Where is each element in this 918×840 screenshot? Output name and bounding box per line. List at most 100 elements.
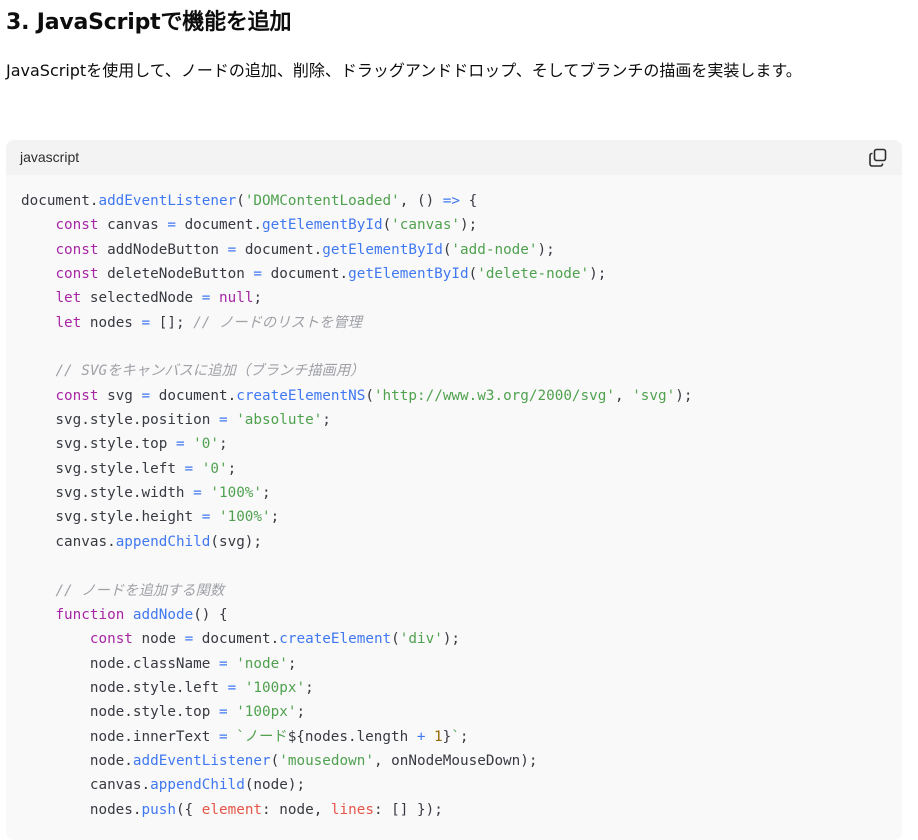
code-line: node.addEventListener('mousedown', onNod… <box>21 749 692 773</box>
code-token: ; <box>296 704 306 721</box>
code-token: '0' <box>193 436 219 453</box>
code-token: = <box>218 704 228 721</box>
code-token: createElementNS <box>236 387 366 404</box>
code-line: document.addEventListener('DOMContentLoa… <box>21 189 692 213</box>
code-token: selectedNode <box>81 290 202 307</box>
code-token: let <box>55 290 82 307</box>
code-token: node.style.top <box>21 704 219 721</box>
code-token: '0' <box>201 460 228 477</box>
code-token: = <box>141 314 151 331</box>
code-token: = <box>184 631 194 648</box>
code-token: canvas. <box>21 777 151 794</box>
code-token: 'div' <box>399 631 443 648</box>
code-token: const <box>55 266 99 283</box>
code-token: const <box>55 241 99 258</box>
code-token: ${nodes.length <box>287 728 417 745</box>
code-block-header: javascript <box>6 140 902 175</box>
code-token: addNode <box>132 606 194 623</box>
code-line: let selectedNode = null; <box>21 286 692 310</box>
code-token: ; <box>262 485 271 502</box>
code-line: svg.style.width = '100%'; <box>21 481 692 505</box>
code-token: canvas <box>98 217 168 234</box>
code-token: 'canvas' <box>391 217 461 234</box>
code-token: = <box>167 217 176 234</box>
code-token: 'absolute' <box>236 412 323 429</box>
code-token: const <box>89 631 133 648</box>
code-token: () { <box>193 606 228 623</box>
code-token: const <box>55 217 99 234</box>
code-token: = <box>253 266 263 283</box>
code-token: []; <box>150 314 194 331</box>
code-token: = <box>218 412 228 429</box>
code-token: ; <box>287 655 297 672</box>
code-token: addNodeButton <box>98 241 228 258</box>
code-token: = <box>227 241 237 258</box>
code-token: : node, <box>262 801 331 818</box>
code-token: node.className <box>21 655 219 672</box>
code-token: ; <box>270 509 280 526</box>
code-token: (svg); <box>210 533 263 550</box>
code-line: let nodes = []; // ノードのリストを管理 <box>21 311 692 335</box>
code-line: const addNodeButton = document.getElemen… <box>21 238 692 262</box>
code-token: getElementById <box>262 217 383 234</box>
code-content[interactable]: document.addEventListener('DOMContentLoa… <box>21 189 692 822</box>
code-token: ; <box>459 728 469 745</box>
code-token: ( <box>391 631 400 648</box>
code-token: document. <box>175 217 263 234</box>
code-token: let <box>55 314 82 331</box>
code-token: '100%' <box>210 485 263 502</box>
code-token: svg.style.left <box>21 460 185 477</box>
code-token: addEventListener <box>98 193 237 209</box>
code-token: ); <box>460 217 478 234</box>
code-token: => <box>442 193 461 209</box>
code-line: svg.style.top = '0'; <box>21 432 692 456</box>
copy-code-button[interactable] <box>868 148 888 168</box>
code-token: ); <box>537 241 555 258</box>
section-description: JavaScriptを使用して、ノードの追加、削除、ドラッグアンドドロップ、そし… <box>6 61 802 80</box>
code-token: 'svg' <box>632 387 676 404</box>
code-token: '100px' <box>236 704 297 721</box>
code-token: ); <box>589 266 607 283</box>
code-token: ` <box>451 728 460 745</box>
code-token: document. <box>21 193 99 209</box>
code-token: `ノード <box>236 728 288 745</box>
code-token: ( <box>468 266 478 283</box>
code-token: = <box>218 655 228 672</box>
code-line: canvas.appendChild(node); <box>21 773 692 797</box>
code-token: 'http://www.w3.org/2000/svg' <box>373 387 615 404</box>
code-token: appendChild <box>115 533 211 550</box>
code-token: 'node' <box>236 655 288 672</box>
code-token: document. <box>236 241 323 258</box>
code-line: const canvas = document.getElementById('… <box>21 213 692 237</box>
code-token: element <box>201 801 263 818</box>
code-token: (node); <box>244 777 306 794</box>
code-token: getElementById <box>322 241 443 258</box>
code-token: ); <box>675 387 693 404</box>
code-token: // SVGをキャンバスに追加（ブランチ描画用） <box>55 363 365 380</box>
copy-icon <box>869 148 887 167</box>
code-token: svg.style.position <box>21 412 219 429</box>
code-language-label: javascript <box>20 149 80 165</box>
code-line: const deleteNodeButton = document.getEle… <box>21 262 692 286</box>
code-token: ; <box>218 436 228 453</box>
code-token: 'DOMContentLoaded' <box>244 193 400 209</box>
code-token: = <box>175 436 185 453</box>
